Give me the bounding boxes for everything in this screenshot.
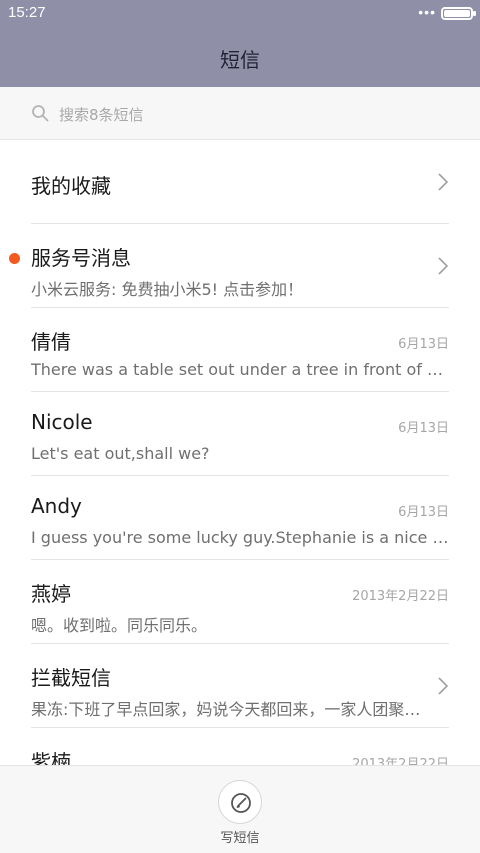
conversation-date: 6月13日	[398, 337, 449, 352]
conversation-date: 2013年2月22日	[352, 589, 449, 604]
conversation-row[interactable]: 紫楠 2013年2月22日	[0, 728, 480, 765]
bottom-bar: 写短信	[0, 765, 480, 853]
conversation-preview: 嗯。收到啦。同乐同乐。	[31, 616, 208, 635]
conversation-row[interactable]: Nicole Let's eat out,shall we? 6月13日	[0, 392, 480, 476]
app-header: 15:27 ••• 短信	[0, 0, 480, 87]
conversation-date: 2013年2月22日	[352, 757, 449, 765]
conversation-title: 拦截短信	[31, 666, 111, 690]
conversation-preview: There was a table set out under a tree i…	[31, 360, 449, 379]
conversation-preview: I guess you're some lucky guy.Stephanie …	[31, 528, 449, 547]
conversation-row[interactable]: 服务号消息小米云服务: 免费抽小米5! 点击参加！	[0, 224, 480, 308]
conversation-date: 6月13日	[398, 421, 449, 436]
chevron-right-icon	[438, 257, 449, 275]
battery-icon	[441, 7, 476, 20]
search-icon	[32, 105, 49, 122]
chevron-right-icon	[438, 677, 449, 695]
conversation-title: 服务号消息	[31, 246, 131, 270]
conversation-row[interactable]: 拦截短信果冻:下班了早点回家，妈说今天都回来，一家人团聚过年	[0, 644, 480, 728]
conversation-list: 我的收藏服务号消息小米云服务: 免费抽小米5! 点击参加！ 倩倩 There was…	[0, 140, 480, 765]
search-input[interactable]: 搜索8条短信	[59, 104, 144, 125]
status-time: 15:27	[8, 4, 46, 21]
search-bar[interactable]: 搜索8条短信	[0, 87, 480, 140]
signal-icon: •••	[418, 4, 436, 20]
unread-dot	[9, 253, 20, 264]
chevron-right-icon	[438, 173, 449, 191]
status-bar: 15:27 •••	[0, 0, 480, 28]
conversation-preview: Let's eat out,shall we?	[31, 444, 210, 463]
conversation-title: Andy	[31, 494, 82, 518]
conversation-title: 燕婷	[31, 582, 71, 606]
conversation-preview: 果冻:下班了早点回家，妈说今天都回来，一家人团聚过年	[31, 700, 426, 719]
compose-icon	[231, 793, 251, 813]
conversation-row[interactable]: 我的收藏	[0, 140, 480, 224]
compose-label: 写短信	[220, 831, 260, 846]
conversation-title: 我的收藏	[31, 174, 111, 198]
conversation-title: 倩倩	[31, 330, 71, 354]
conversation-title: 紫楠	[31, 750, 71, 765]
conversation-row[interactable]: 倩倩 There was a table set out under a tree…	[0, 308, 480, 392]
conversation-preview: 小米云服务: 免费抽小米5! 点击参加！	[31, 280, 304, 299]
page-title: 短信	[220, 48, 260, 72]
conversation-title: Nicole	[31, 410, 93, 434]
compose-button[interactable]	[218, 780, 262, 824]
conversation-row[interactable]: 燕婷嗯。收到啦。同乐同乐。 2013年2月22日	[0, 560, 480, 644]
battery-level	[444, 10, 470, 17]
conversation-row[interactable]: Andy I guess you're some lucky guy.Stepha…	[0, 476, 480, 560]
conversation-date: 6月13日	[398, 505, 449, 520]
